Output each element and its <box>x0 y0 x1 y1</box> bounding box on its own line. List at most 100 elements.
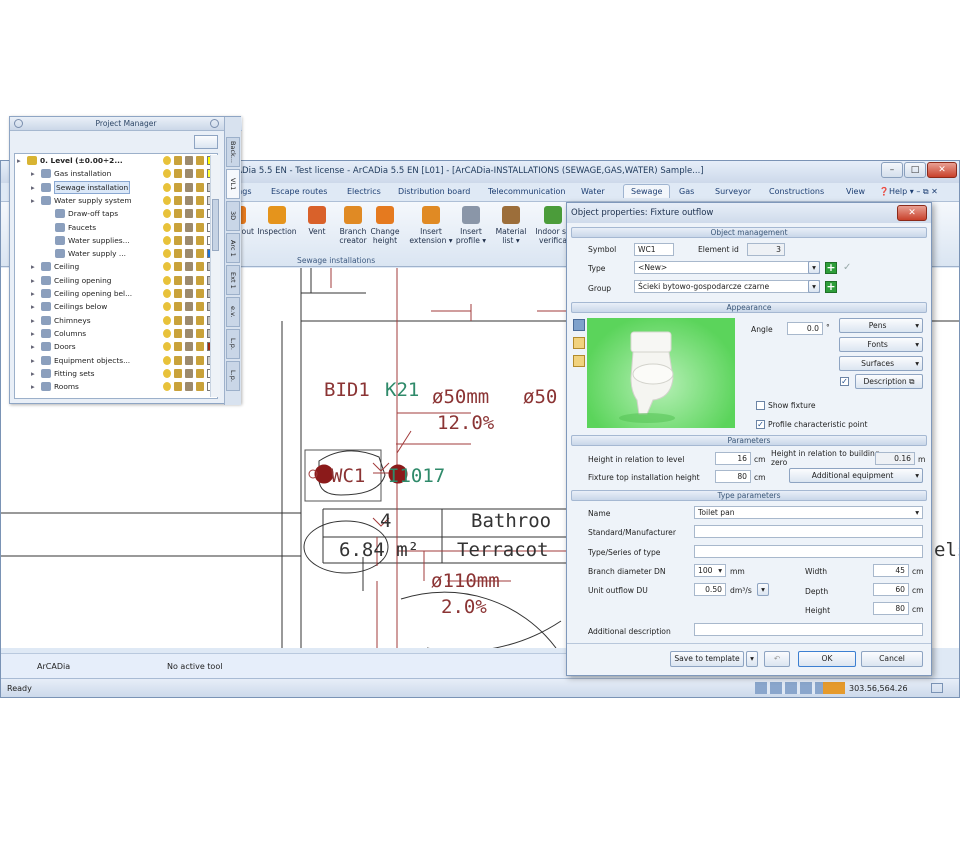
du-dropdown-button[interactable]: ▾ <box>757 583 769 596</box>
additional-description-field[interactable] <box>694 623 923 636</box>
color-icon[interactable] <box>196 302 204 312</box>
tree-item[interactable]: ▸ Chimneys <box>15 314 217 327</box>
lock-icon[interactable] <box>174 195 182 205</box>
height-field[interactable]: 80 <box>873 602 909 615</box>
expand-icon[interactable]: ▸ <box>31 300 35 313</box>
visibility-icon[interactable] <box>163 235 171 245</box>
visibility-icon[interactable] <box>163 275 171 285</box>
side-tab[interactable]: L.p. <box>226 329 240 359</box>
help-menu[interactable]: ❓Help ▾ – ⧉ ✕ <box>879 187 938 197</box>
print-icon[interactable] <box>185 328 193 338</box>
save-template-button[interactable]: Save to template <box>670 651 744 667</box>
visibility-icon[interactable] <box>163 169 171 179</box>
description-button[interactable]: Description ⧉ <box>855 374 923 389</box>
tab-constructions[interactable]: Constructions <box>769 187 824 196</box>
visibility-icon[interactable] <box>163 195 171 205</box>
undo-icon[interactable]: ↶ <box>764 651 790 667</box>
close-button[interactable]: ✕ <box>927 162 957 178</box>
tree-item[interactable]: Draw-off taps <box>15 207 217 220</box>
section-parameters[interactable]: Parameters <box>571 435 927 446</box>
print-icon[interactable] <box>185 342 193 352</box>
visibility-icon[interactable] <box>163 209 171 219</box>
tree-item[interactable]: Water supply ... <box>15 247 217 260</box>
print-icon[interactable] <box>185 235 193 245</box>
expand-icon[interactable]: ▸ <box>31 181 35 194</box>
expand-icon[interactable]: ▸ <box>31 167 35 180</box>
tree-item[interactable]: Water supplies... <box>15 234 217 247</box>
view-2d-icon[interactable] <box>573 337 585 349</box>
color-icon[interactable] <box>196 368 204 378</box>
fonts-button[interactable]: Fonts ▾ <box>839 337 923 352</box>
depth-field[interactable]: 60 <box>873 583 909 596</box>
color-icon[interactable] <box>196 222 204 232</box>
visibility-icon[interactable] <box>163 222 171 232</box>
lock-icon[interactable] <box>174 315 182 325</box>
type-dropdown-button[interactable]: ▾ <box>808 261 820 274</box>
tab-view[interactable]: View <box>846 187 865 196</box>
color-icon[interactable] <box>196 289 204 298</box>
tab-surveyor[interactable]: Surveyor <box>715 187 751 196</box>
print-icon[interactable] <box>185 169 193 179</box>
lock-icon[interactable] <box>174 209 182 219</box>
tree-scrollbar[interactable] <box>210 155 220 397</box>
tree-item[interactable]: ▸ Ceiling opening <box>15 274 217 287</box>
visibility-icon[interactable] <box>163 182 171 192</box>
color-icon[interactable] <box>196 275 204 285</box>
side-tab[interactable]: Ext 1 <box>226 265 240 295</box>
expand-icon[interactable]: ▸ <box>31 327 35 340</box>
visibility-icon[interactable] <box>163 382 171 392</box>
tree-item[interactable]: ▸ Doors <box>15 340 217 353</box>
lock-icon[interactable] <box>174 328 182 338</box>
tab-escape-routes[interactable]: Escape routes <box>271 187 327 196</box>
tab-electrics[interactable]: Electrics <box>347 187 381 196</box>
section-appearance[interactable]: Appearance <box>571 302 927 313</box>
fixture-top-field[interactable]: 80 <box>715 470 751 483</box>
group-dropdown-button[interactable]: ▾ <box>808 280 820 293</box>
group-field[interactable]: Ścieki bytowo-gospodarcze czarne <box>634 280 820 293</box>
print-icon[interactable] <box>185 262 193 272</box>
side-tab[interactable]: Arc 1 <box>226 233 240 263</box>
side-tab[interactable]: e.v. <box>226 297 240 327</box>
expand-icon[interactable]: ▸ <box>31 260 35 273</box>
tree-item[interactable]: ▸ 0. Level (±0.00÷2... <box>15 154 217 167</box>
tab-gas[interactable]: Gas <box>679 187 694 196</box>
expand-icon[interactable]: ▸ <box>31 314 35 327</box>
color-icon[interactable] <box>196 235 204 245</box>
maximize-button[interactable]: □ <box>904 162 926 178</box>
color-icon[interactable] <box>196 156 204 165</box>
view-3d-icon[interactable] <box>573 319 585 331</box>
ribbon-button-material[interactable]: Material list ▾ <box>489 206 533 245</box>
tab-telecommunication[interactable]: Telecommunication <box>488 187 565 196</box>
tree-item[interactable]: ▸ Ceiling opening bel... <box>15 287 217 300</box>
visibility-icon[interactable] <box>163 315 171 325</box>
print-icon[interactable] <box>185 249 193 259</box>
close-icon[interactable] <box>210 119 219 128</box>
scrollbar-thumb[interactable] <box>212 199 219 251</box>
color-icon[interactable] <box>196 169 204 179</box>
print-icon[interactable] <box>185 156 193 165</box>
visibility-icon[interactable] <box>163 156 171 165</box>
tab-sewage[interactable]: Sewage <box>623 184 671 198</box>
expand-icon[interactable]: ▸ <box>31 380 35 393</box>
color-icon[interactable] <box>196 328 204 338</box>
color-icon[interactable] <box>196 195 204 205</box>
print-icon[interactable] <box>185 209 193 219</box>
ribbon-button-insert[interactable]: Insert extension ▾ <box>409 206 453 245</box>
ribbon-button-change[interactable]: Change height <box>363 206 407 245</box>
side-tab[interactable]: L.p. <box>226 361 240 391</box>
expand-icon[interactable]: ▸ <box>31 367 35 380</box>
expand-icon[interactable]: ▸ <box>31 340 35 353</box>
section-type-parameters[interactable]: Type parameters <box>571 490 927 501</box>
print-icon[interactable] <box>185 315 193 325</box>
print-icon[interactable] <box>185 355 193 365</box>
expand-icon[interactable]: ▸ <box>31 274 35 287</box>
show-fixture-checkbox[interactable] <box>756 401 765 410</box>
tree-item[interactable]: ▸ Fitting sets <box>15 367 217 380</box>
ok-button[interactable]: OK <box>798 651 856 667</box>
color-icon[interactable] <box>196 262 204 272</box>
visibility-icon[interactable] <box>163 249 171 259</box>
save-template-dropdown[interactable]: ▾ <box>746 651 758 667</box>
lock-icon[interactable] <box>174 302 182 312</box>
resize-grip-icon[interactable] <box>931 683 943 693</box>
visibility-icon[interactable] <box>163 302 171 312</box>
